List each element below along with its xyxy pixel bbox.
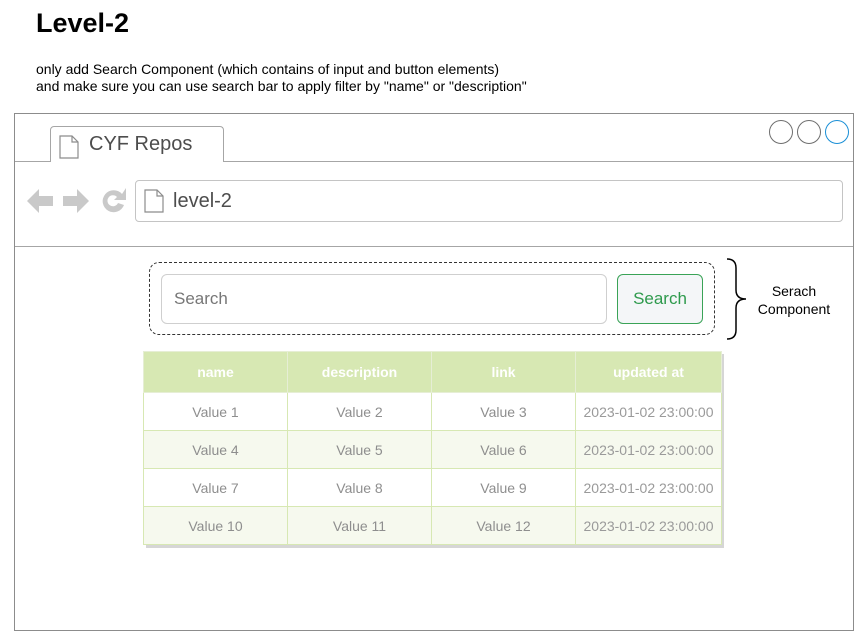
- table-cell: Value 4: [143, 430, 288, 469]
- reload-icon[interactable]: [99, 186, 129, 221]
- annotation-line: Component: [757, 301, 831, 317]
- table-cell: Value 7: [143, 468, 288, 507]
- browser-tab[interactable]: CYF Repos: [50, 126, 224, 162]
- table-row: Value 4 Value 5 Value 6 2023-01-02 23:00…: [143, 430, 722, 469]
- table-cell: 2023-01-02 23:00:00: [575, 506, 722, 545]
- repos-table-container: name description link updated at Value 1…: [143, 351, 722, 545]
- table-cell: Value 2: [287, 392, 432, 431]
- instruction-line: and make sure you can use search bar to …: [36, 78, 527, 94]
- table-cell: Value 3: [431, 392, 576, 431]
- tab-label: CYF Repos: [89, 133, 193, 155]
- column-header-name[interactable]: name: [143, 351, 288, 393]
- search-button[interactable]: Search: [617, 274, 703, 324]
- minimize-button[interactable]: [769, 120, 793, 144]
- instruction-line: only add Search Component (which contain…: [36, 61, 500, 77]
- search-input[interactable]: [161, 274, 607, 324]
- instructions: only add Search Component (which contain…: [36, 61, 527, 95]
- table-cell: Value 11: [287, 506, 432, 545]
- column-header-link[interactable]: link: [431, 351, 576, 393]
- window-controls: [769, 120, 849, 144]
- table-cell: 2023-01-02 23:00:00: [575, 392, 722, 431]
- search-component-annotation: Serach Component: [752, 282, 836, 318]
- curly-brace-icon: [724, 258, 750, 345]
- annotation-line: Serach: [771, 283, 817, 299]
- column-header-updated-at[interactable]: updated at: [575, 351, 722, 393]
- document-icon: [59, 135, 79, 164]
- document-icon: [144, 189, 164, 218]
- forward-arrow-icon[interactable]: [61, 186, 91, 221]
- table-cell: 2023-01-02 23:00:00: [575, 468, 722, 507]
- table-row: Value 7 Value 8 Value 9 2023-01-02 23:00…: [143, 468, 722, 507]
- address-bar[interactable]: level-2: [135, 180, 843, 222]
- table-cell: Value 10: [143, 506, 288, 545]
- table-row: Value 1 Value 2 Value 3 2023-01-02 23:00…: [143, 392, 722, 431]
- table-cell: Value 6: [431, 430, 576, 469]
- table-cell: Value 9: [431, 468, 576, 507]
- column-header-description[interactable]: description: [287, 351, 432, 393]
- navigation-divider: [15, 246, 853, 247]
- address-text: level-2: [173, 190, 232, 212]
- back-arrow-icon[interactable]: [25, 186, 55, 221]
- maximize-button[interactable]: [797, 120, 821, 144]
- table-cell: Value 8: [287, 468, 432, 507]
- repos-table: name description link updated at Value 1…: [143, 351, 722, 545]
- page-title: Level-2: [36, 8, 130, 38]
- table-cell: Value 1: [143, 392, 288, 431]
- table-header-row: name description link updated at: [143, 351, 722, 393]
- navigation-bar: level-2: [15, 162, 853, 246]
- table-cell: 2023-01-02 23:00:00: [575, 430, 722, 469]
- table-cell: Value 5: [287, 430, 432, 469]
- table-row: Value 10 Value 11 Value 12 2023-01-02 23…: [143, 506, 722, 545]
- close-button[interactable]: [825, 120, 849, 144]
- table-cell: Value 12: [431, 506, 576, 545]
